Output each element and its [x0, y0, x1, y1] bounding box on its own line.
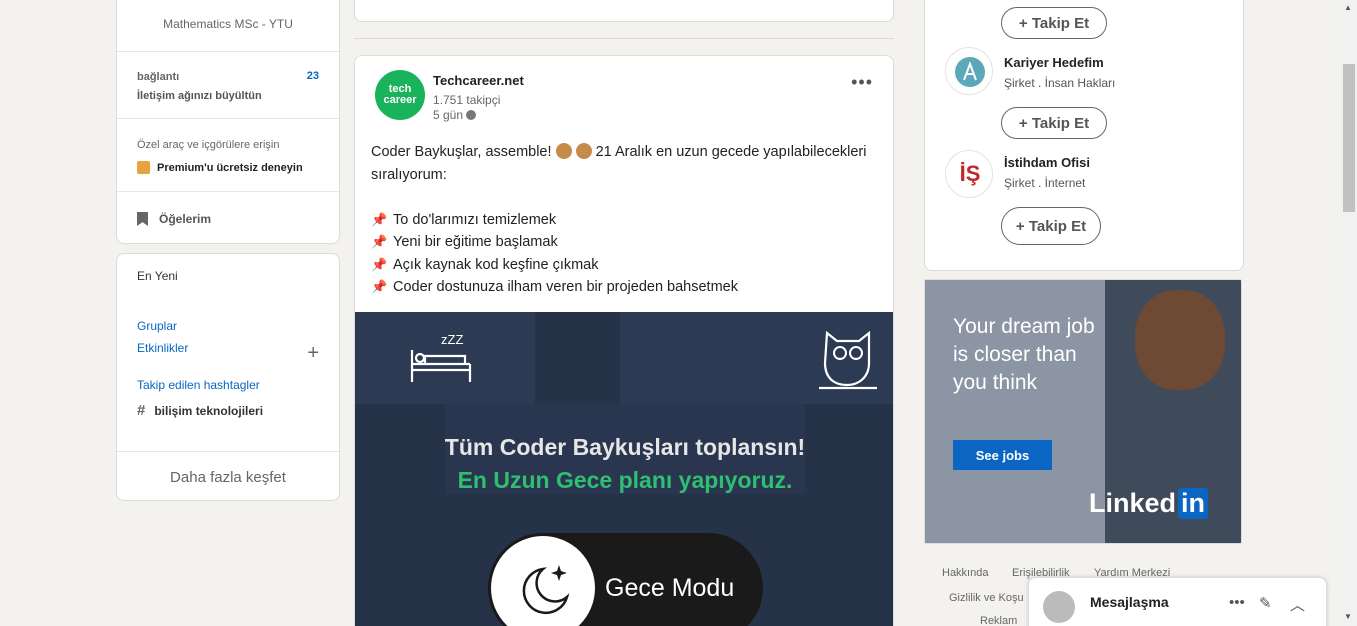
follow-suggestions-card: + Takip Et Kariyer Hedefim Şirket . İnsa… — [924, 0, 1244, 271]
post-age-label: 5 gün — [433, 108, 464, 122]
connections-count[interactable]: 23 — [307, 70, 319, 82]
followed-hashtags-link[interactable]: Takip edilen hashtagler — [137, 378, 260, 392]
divider — [117, 51, 339, 52]
bed-icon: zZZ — [410, 332, 472, 382]
footer-link[interactable]: Gizlilik ve Koşu — [949, 592, 1024, 604]
scrollbar-thumb[interactable] — [1343, 64, 1355, 212]
divider — [117, 191, 339, 192]
post-text: Coder Baykuşlar, assemble! 21 Aralık en … — [371, 141, 881, 299]
hashtag-icon: # — [137, 402, 146, 419]
ad-banner[interactable]: Your dream job is closer than you think … — [924, 279, 1242, 544]
follow-button[interactable]: + Takip Et — [1001, 7, 1107, 39]
post-bullet: 📌 Açık kaynak kod keşfine çıkmak — [371, 254, 881, 277]
post-bullet: 📌 To do'larımızı temizlemek — [371, 209, 881, 232]
scroll-up-arrow-icon[interactable]: ▲ — [1344, 3, 1352, 12]
company-meta: Şirket . İnsan Hakları — [1004, 76, 1116, 90]
moon-icon — [522, 565, 570, 614]
feed-post: tech career Techcareer.net 1.751 takipçi… — [354, 55, 894, 626]
image-subheadline: En Uzun Gece planı yapıyoruz. — [457, 467, 793, 493]
pushpin-icon: 📌 — [371, 234, 388, 249]
hashtag-item[interactable]: # bilişim teknolojileri — [137, 402, 263, 419]
more-options-icon[interactable]: ••• — [851, 72, 873, 93]
grow-network-link[interactable]: İletişim ağınızı büyültün — [137, 90, 262, 102]
post-bullet-text: To do'larımızı temizlemek — [393, 211, 557, 228]
add-event-icon[interactable]: + — [307, 343, 319, 363]
premium-link[interactable]: Premium'u ücretsiz deneyin — [137, 161, 303, 174]
ad-photo-face — [1135, 290, 1225, 390]
globe-icon — [466, 110, 477, 120]
owl-icon — [819, 330, 877, 390]
follow-button[interactable]: + Takip Et — [1001, 207, 1101, 245]
discover-more-button[interactable]: Daha fazla keşfet — [117, 469, 339, 486]
feed-separator — [354, 38, 894, 39]
groups-link[interactable]: Gruplar — [137, 319, 177, 333]
company-name[interactable]: İstihdam Ofisi — [1004, 155, 1090, 170]
chevron-up-icon[interactable]: ︿ — [1290, 594, 1305, 615]
company-avatar[interactable] — [945, 47, 993, 95]
linkedin-logo-text: Linked — [1089, 488, 1177, 518]
post-bullet-text: Coder dostunuza ilham veren bir projeden… — [393, 279, 738, 295]
linkedin-logo: Linked in — [1089, 488, 1209, 519]
bg-block — [620, 312, 715, 404]
post-bullet: 📌 Yeni bir eğitime başlamak — [371, 231, 881, 254]
company-logo[interactable]: tech career — [375, 70, 425, 120]
compose-icon[interactable]: ✎ — [1259, 594, 1272, 612]
zzz-text: zZZ — [441, 332, 463, 347]
scroll-down-arrow-icon[interactable]: ▼ — [1344, 612, 1352, 621]
company-meta: Şirket . İnternet — [1004, 176, 1086, 190]
recent-label: En Yeni — [137, 269, 178, 283]
pushpin-icon: 📌 — [371, 256, 388, 272]
more-options-icon[interactable]: ••• — [1229, 594, 1245, 611]
owl-emoji-icon — [555, 143, 572, 159]
footer-link[interactable]: Hakkında — [942, 567, 988, 579]
see-jobs-button[interactable]: See jobs — [953, 440, 1052, 470]
linkedin-in-icon: in — [1178, 488, 1209, 519]
communities-card: En Yeni Gruplar Etkinlikler + Takip edil… — [116, 253, 340, 501]
post-author[interactable]: Techcareer.net — [433, 73, 524, 88]
night-mode-label: Gece Modu — [605, 574, 735, 602]
owl-emoji-icon — [575, 143, 592, 159]
messaging-bar[interactable]: Mesajlaşma ••• ✎ ︿ — [1028, 577, 1327, 626]
post-image[interactable]: zZZ Tüm Coder Baykuşları toplansın! En U… — [355, 312, 893, 626]
profile-card: Mathematics MSc - YTU bağlantı İletişim … — [116, 0, 340, 244]
pushpin-icon: 📌 — [371, 279, 388, 294]
premium-label: Özel araç ve içgörülere erişin — [137, 139, 280, 151]
post-followers: 1.751 takipçi — [433, 93, 501, 107]
avatar[interactable] — [1043, 591, 1075, 623]
connections-label[interactable]: bağlantı — [137, 71, 179, 83]
kariyer-hedefim-logo-icon — [955, 57, 985, 87]
post-bullet-text: Yeni bir eğitime başlamak — [393, 234, 558, 250]
logo-text: career — [383, 94, 417, 106]
post-age: 5 gün — [433, 108, 477, 122]
profile-subtitle: Mathematics MSc - YTU — [163, 17, 293, 31]
my-items-label: Öğelerim — [159, 212, 212, 226]
ad-headline: Your dream job is closer than you think — [953, 315, 1095, 394]
premium-icon — [137, 161, 150, 174]
company-avatar[interactable]: İŞ — [945, 150, 993, 198]
istihdam-logo-text: İŞ — [959, 161, 981, 186]
divider — [117, 118, 339, 119]
messaging-title[interactable]: Mesajlaşma — [1090, 594, 1169, 610]
hashtag-label: bilişim teknolojileri — [154, 403, 264, 418]
divider — [117, 451, 339, 452]
follow-button[interactable]: + Takip Et — [1001, 107, 1107, 139]
events-link[interactable]: Etkinlikler — [137, 341, 188, 355]
previous-post-card — [354, 0, 894, 22]
company-name[interactable]: Kariyer Hedefim — [1004, 55, 1104, 70]
footer-link[interactable]: Reklam — [980, 615, 1017, 626]
premium-link-label: Premium'u ücretsiz deneyin — [157, 161, 303, 174]
bookmark-icon — [137, 212, 148, 226]
pushpin-icon: 📌 — [371, 211, 388, 227]
post-bullet: 📌 Coder dostunuza ilham veren bir projede… — [371, 276, 881, 299]
image-headline: Tüm Coder Baykuşları toplansın! — [444, 434, 806, 460]
post-text-intro: Coder Baykuşlar, assemble! — [371, 144, 556, 160]
post-bullet-text: Açık kaynak kod keşfine çıkmak — [393, 256, 599, 273]
my-items-link[interactable]: Öğelerim — [137, 212, 211, 226]
